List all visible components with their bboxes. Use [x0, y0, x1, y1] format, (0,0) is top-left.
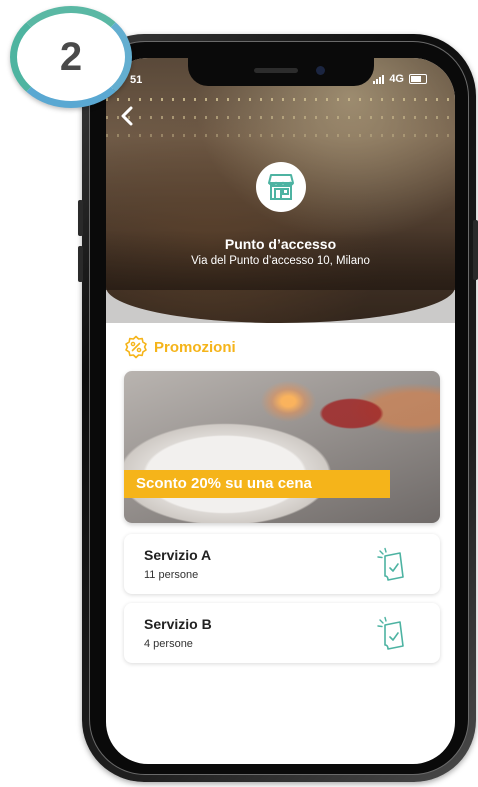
chevron-left-icon-glyph [121, 106, 133, 126]
venue-name: Punto d’accesso [224, 236, 337, 252]
signal-icon [373, 74, 385, 84]
step-badge: 2 [10, 6, 132, 108]
percent-badge-icon [125, 335, 147, 359]
service-card-b[interactable]: Servizio B 4 persone [124, 603, 440, 663]
promotion-banner: Sconto 20% su una cena [124, 470, 390, 498]
storefront-icon [256, 162, 306, 212]
venue-address: Via del Punto d’accesso 10, Milano [191, 255, 370, 267]
front-camera [316, 66, 325, 75]
power-button-hardware [473, 220, 478, 280]
battery-icon [409, 74, 427, 84]
ticket-icon [377, 616, 404, 650]
promotion-card[interactable]: Sconto 20% su una cena [124, 371, 440, 523]
service-count: 4 persone [144, 638, 193, 650]
service-count: 11 persone [144, 569, 199, 581]
volume-down-button-hardware [78, 246, 83, 282]
service-name: Servizio A [144, 547, 212, 563]
volume-up-button-hardware [78, 200, 83, 236]
network-type: 4G [389, 73, 404, 85]
ticket-icon [377, 547, 404, 581]
status-time: 51 [130, 74, 143, 86]
speaker-grille [254, 68, 298, 73]
status-indicators: 4G [373, 73, 427, 85]
promotions-title: Promozioni [154, 338, 236, 356]
promotions-header: Promozioni [124, 335, 236, 359]
page: 51 4G Punto d’accesso Via del Punto d’ac… [0, 0, 478, 787]
service-name: Servizio B [144, 616, 212, 632]
service-card-a[interactable]: Servizio A 11 persone [124, 534, 440, 594]
phone-screen: 51 4G Punto d’accesso Via del Punto d’ac… [106, 58, 455, 764]
chevron-left-icon[interactable] [120, 106, 136, 126]
notch [188, 58, 374, 86]
step-number: 2 [59, 34, 83, 79]
storefront-icon-glyph [268, 174, 294, 200]
